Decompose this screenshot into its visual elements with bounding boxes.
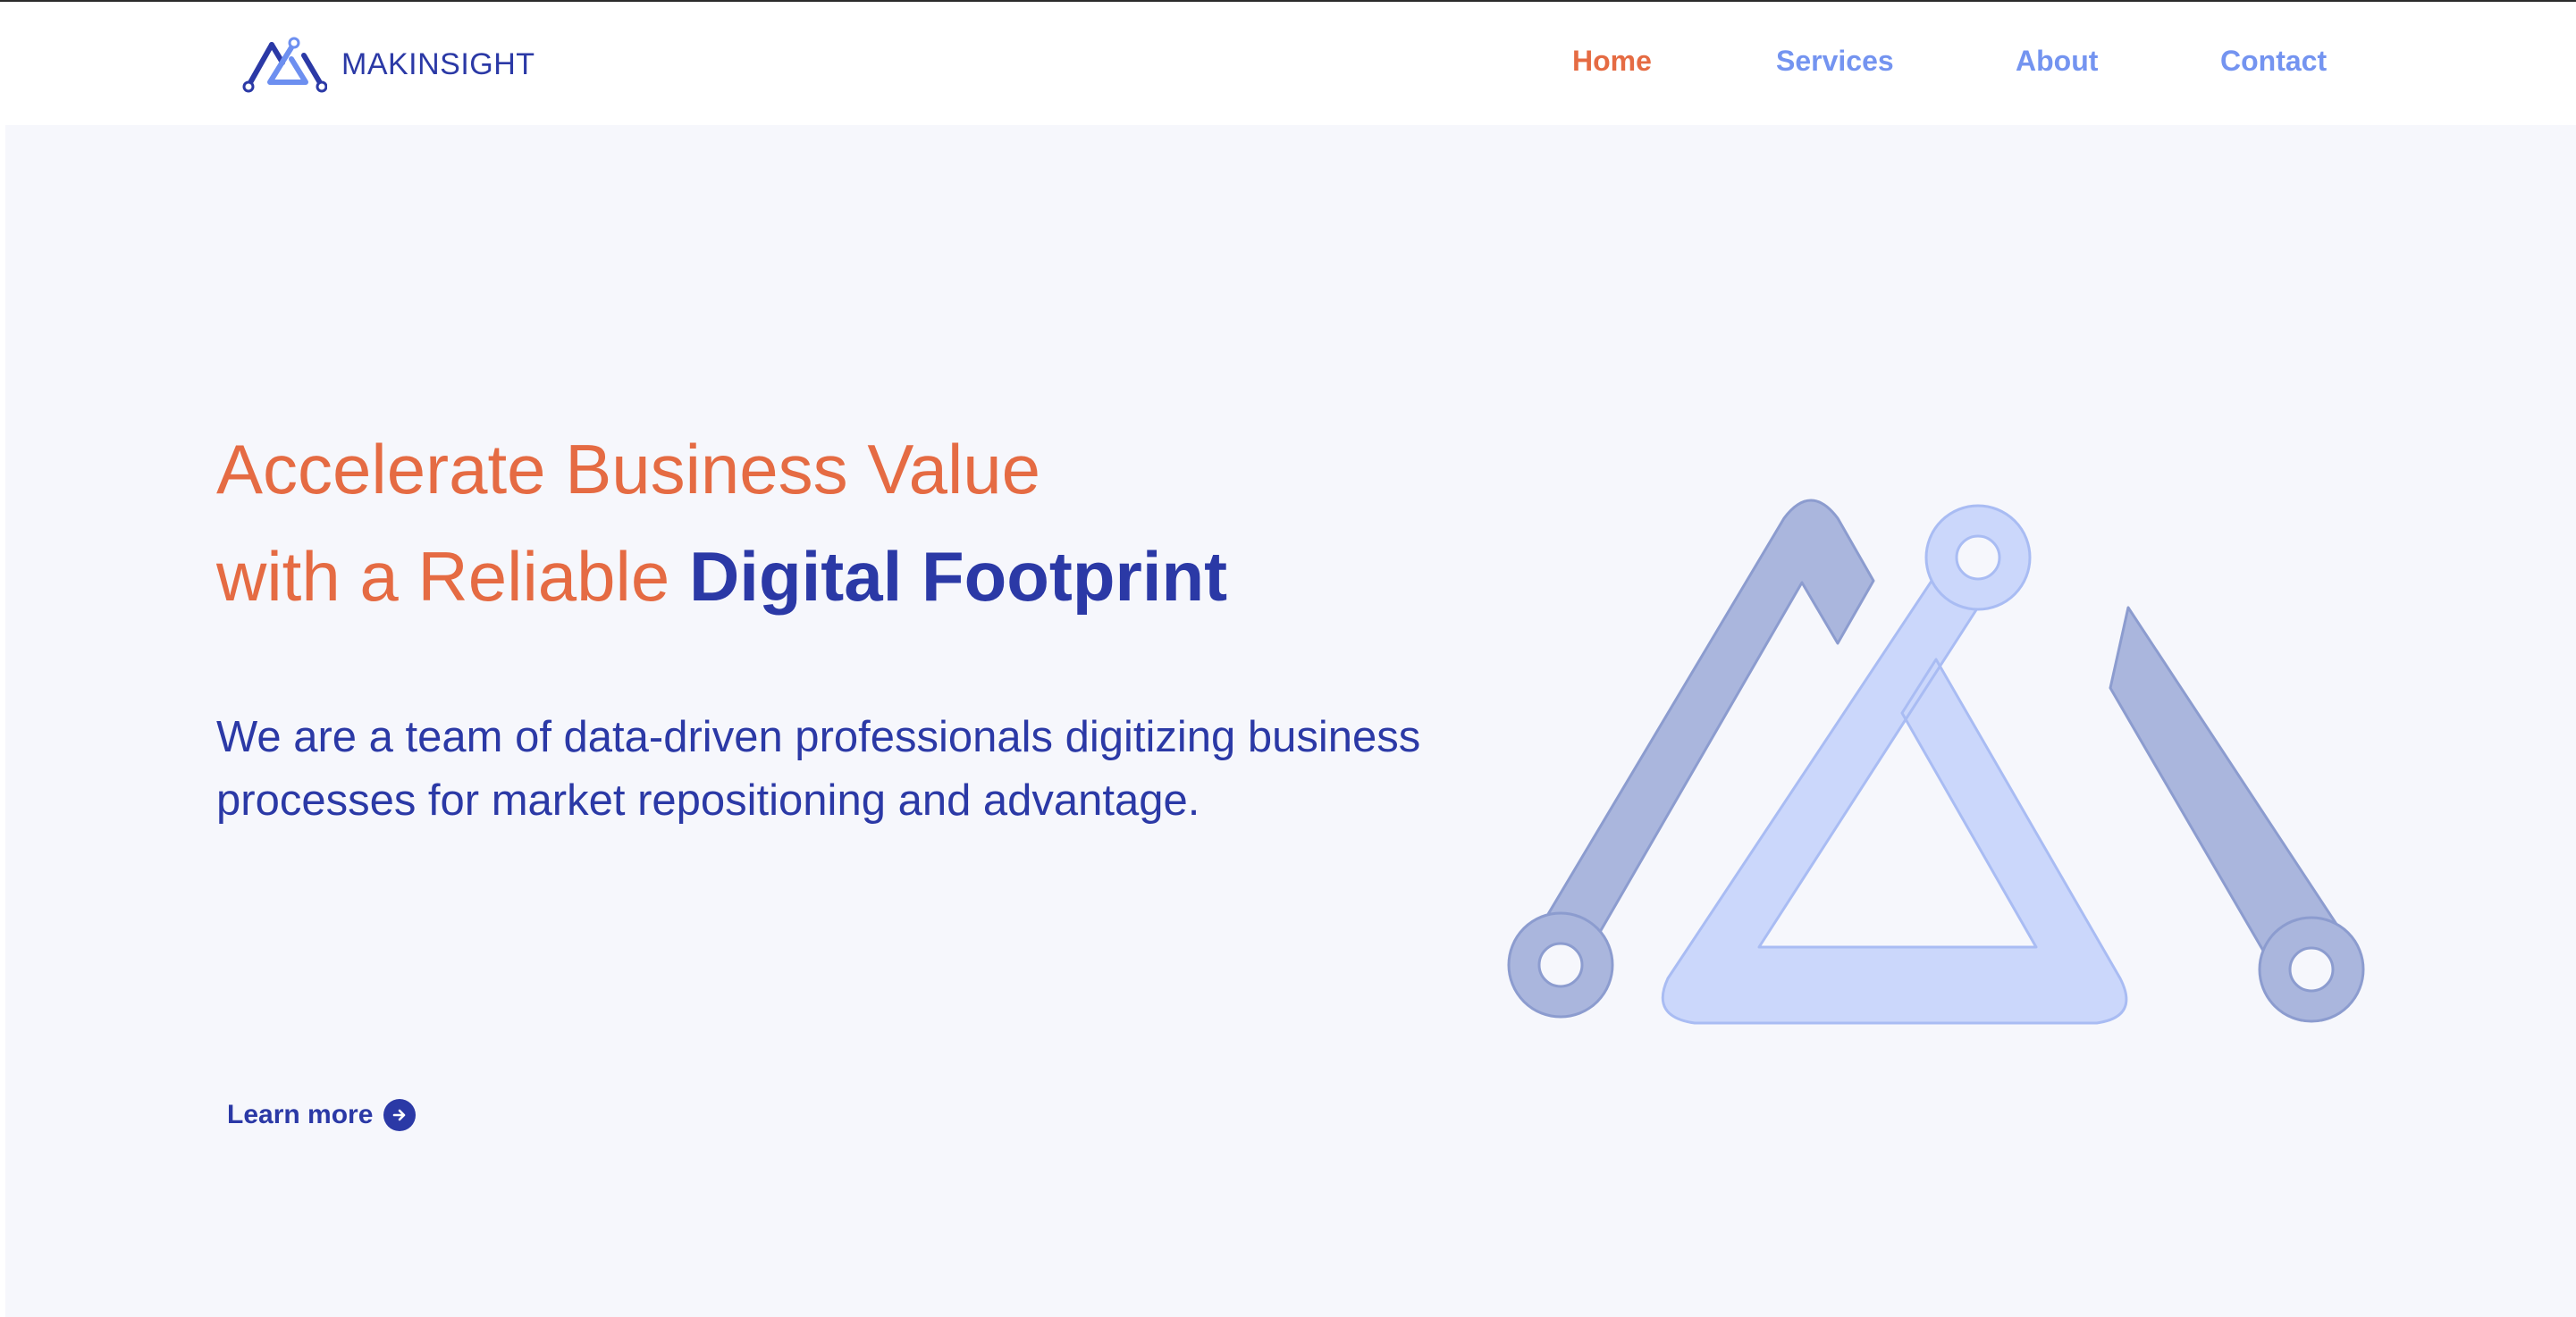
arrow-right-circle-icon <box>383 1099 417 1131</box>
learn-more-link[interactable]: Learn more <box>227 1099 417 1131</box>
large-mountain-circuit-logo-icon <box>1489 482 2383 1063</box>
main-nav: Home Services About Contact <box>0 45 2576 89</box>
hero-section: Accelerate Business Value with a Reliabl… <box>5 125 2576 1317</box>
nav-home[interactable]: Home <box>1572 45 1652 78</box>
headline-line-1: Accelerate Business Value <box>216 430 1041 508</box>
nav-services[interactable]: Services <box>1776 45 1894 78</box>
site-header: MAKINSIGHT Home Services About Contact <box>0 2 2576 125</box>
headline-line-2-strong: Digital Footprint <box>688 537 1228 616</box>
nav-contact[interactable]: Contact <box>2220 45 2327 78</box>
headline-line-2-plain: with a Reliable <box>216 537 689 616</box>
nav-about[interactable]: About <box>2016 45 2098 78</box>
hero-subtitle: We are a team of data-driven professiona… <box>216 713 1421 825</box>
learn-more-label: Learn more <box>227 1100 374 1129</box>
hero-headline: Accelerate Business Value with a Reliabl… <box>216 415 1227 630</box>
